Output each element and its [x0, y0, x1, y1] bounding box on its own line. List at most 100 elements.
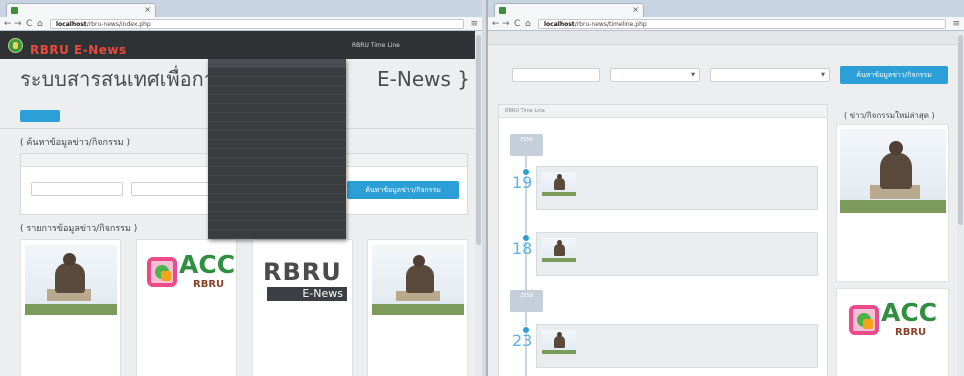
news-card[interactable] [20, 239, 121, 376]
news-image [840, 129, 946, 213]
browser-toolbar: ← → C ⌂ localhost/rbru-news/index.php ≡ [0, 17, 482, 31]
address-path: /rbru-news/index.php [86, 21, 151, 28]
latest-news-title-text [841, 367, 946, 376]
dropdown-item[interactable] [208, 131, 346, 140]
dropdown-item[interactable] [208, 158, 346, 167]
acc-mark-icon [147, 257, 177, 287]
month-badge: 2558 [510, 134, 543, 156]
news-card-text [25, 342, 118, 376]
dropdown-item[interactable] [208, 59, 346, 68]
dropdown-item[interactable] [208, 68, 346, 77]
reload-button[interactable]: C [26, 18, 32, 30]
timeline-day: 23 [512, 331, 533, 350]
timeline-title: RBRU Time Line [505, 108, 545, 114]
timeline-day: 19 [512, 173, 533, 192]
enews-logo-big: RBRU [263, 258, 342, 286]
news-image [25, 245, 117, 315]
dropdown-item[interactable] [208, 86, 346, 95]
dropdown-item[interactable] [208, 230, 346, 239]
news-card[interactable] [367, 239, 468, 376]
brand-title[interactable]: RBRU E-News [30, 44, 127, 57]
tab-title [509, 6, 619, 14]
chevron-down-icon: ▼ [821, 72, 825, 78]
dropdown-item[interactable] [208, 113, 346, 122]
favicon-icon [499, 7, 506, 14]
close-tab-icon[interactable]: × [144, 5, 151, 14]
address-bar[interactable]: localhost/rbru-news/timeline.php [538, 19, 946, 29]
scrollbar-thumb[interactable] [476, 35, 481, 245]
browser-tab[interactable]: × [6, 3, 156, 17]
scrollbar-thumb[interactable] [958, 35, 963, 225]
home-button[interactable]: ⌂ [525, 18, 531, 30]
address-bar[interactable]: localhost/rbru-news/index.php [50, 19, 464, 29]
unit-select[interactable]: ▼ [610, 68, 700, 82]
dropdown-item[interactable] [208, 203, 346, 212]
page-scrollbar[interactable] [475, 31, 482, 376]
address-path: /rbru-news/timeline.php [574, 21, 647, 28]
acc-logo-sub: RBRU [193, 279, 225, 290]
back-button[interactable]: ← [4, 18, 12, 30]
latest-news-title: ( ข่าว/กิจกรรมใหม่ล่าสุด ) [844, 111, 935, 120]
acc-logo-sub: RBRU [895, 327, 927, 338]
breadcrumb[interactable] [20, 110, 60, 122]
tab-title [21, 6, 131, 14]
acc-logo-image: ACC RBRU [141, 245, 235, 315]
dropdown-item[interactable] [208, 77, 346, 86]
dropdown-item[interactable] [208, 221, 346, 230]
news-card-title [141, 319, 234, 340]
dropdown-item[interactable] [208, 176, 346, 185]
dropdown-item[interactable] [208, 212, 346, 221]
close-tab-icon[interactable]: × [632, 5, 639, 14]
forward-button[interactable]: → [502, 18, 510, 30]
news-card-text [257, 342, 350, 376]
search-button[interactable]: ค้นหาข้อมูลข่าว/กิจกรรม [347, 181, 459, 199]
browser-window-index: × ← → C ⌂ localhost/rbru-news/index.php … [0, 0, 482, 376]
university-logo[interactable] [8, 38, 23, 53]
dropdown-item[interactable] [208, 149, 346, 158]
browser-toolbar: ← → C ⌂ localhost/rbru-news/timeline.php… [488, 17, 964, 31]
dropdown-item[interactable] [208, 167, 346, 176]
month-select[interactable]: ▼ [710, 68, 830, 82]
chevron-down-icon: ▼ [691, 72, 695, 78]
dropdown-item[interactable] [208, 95, 346, 104]
address-host: localhost [56, 21, 87, 28]
browser-menu-icon[interactable]: ≡ [952, 18, 960, 30]
news-card-title [257, 319, 350, 340]
dropdown-item[interactable] [208, 122, 346, 131]
favicon-icon [11, 7, 18, 14]
news-card[interactable]: ACC RBRU [136, 239, 237, 376]
month-badge-year: 2558 [520, 137, 533, 143]
nav-timeline[interactable]: RBRU Time Line [352, 42, 400, 50]
timeline-card[interactable] [536, 324, 818, 368]
latest-news-card[interactable]: ACC RBRU [836, 288, 949, 376]
keyword-input[interactable] [31, 182, 123, 196]
timeline-card[interactable] [536, 232, 818, 276]
search-button[interactable]: ค้นหาข้อมูลข่าว/กิจกรรม [840, 66, 948, 84]
browser-window-timeline: × ← → C ⌂ localhost/rbru-news/timeline.p… [486, 0, 964, 376]
acc-mark-icon [849, 305, 879, 335]
reload-button[interactable]: C [514, 18, 520, 30]
tab-bar: × [488, 0, 964, 17]
latest-news-title-text [841, 216, 946, 237]
browser-tab[interactable]: × [494, 3, 644, 17]
timeline-card-text [581, 336, 813, 354]
dropdown-item[interactable] [208, 104, 346, 113]
site-header: RBRU E-News RBRU Time Line [0, 31, 475, 59]
latest-news-card[interactable] [836, 124, 949, 282]
dropdown-item[interactable] [208, 140, 346, 149]
forward-button[interactable]: → [14, 18, 22, 30]
home-button[interactable]: ⌂ [37, 18, 43, 30]
page-scrollbar[interactable] [957, 31, 964, 376]
keyword-input[interactable] [512, 68, 600, 82]
timeline-thumbnail [542, 330, 576, 354]
news-card-title [372, 319, 465, 340]
browser-menu-icon[interactable]: ≡ [470, 18, 478, 30]
dropdown-item[interactable] [208, 194, 346, 203]
timeline-card[interactable] [536, 166, 818, 210]
news-card[interactable]: RBRU E-News [252, 239, 353, 376]
month-badge-year: 2558 [520, 293, 533, 299]
back-button[interactable]: ← [492, 18, 500, 30]
dropdown-item[interactable] [208, 185, 346, 194]
timeline-day: 18 [512, 239, 533, 258]
enews-logo-image: RBRU E-News [257, 245, 349, 315]
